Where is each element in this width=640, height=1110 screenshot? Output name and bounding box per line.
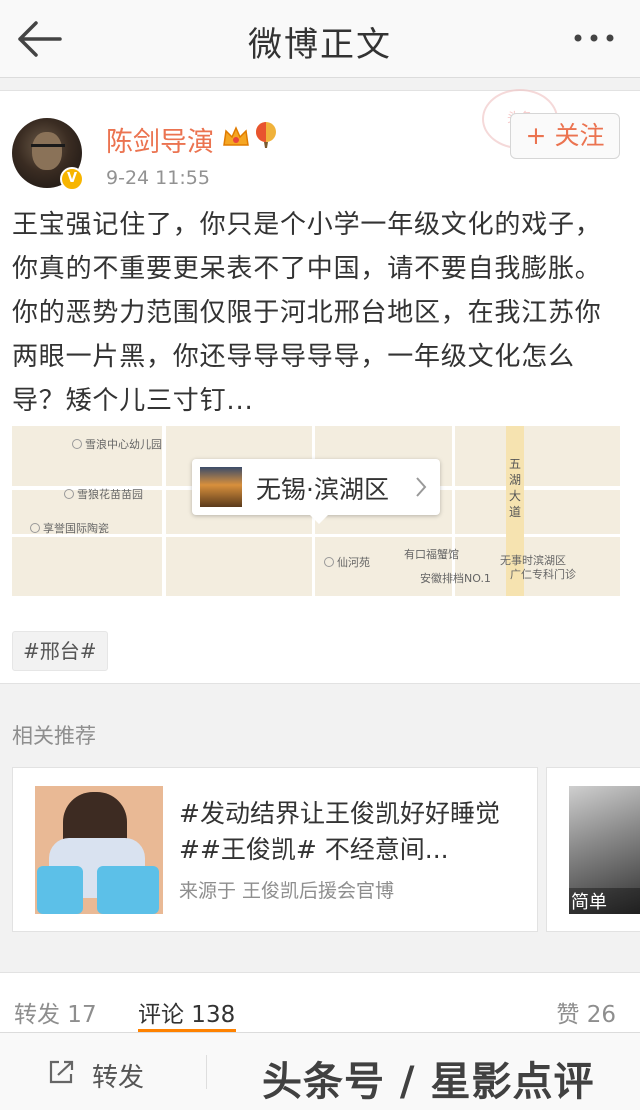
topic-tag[interactable]: #邢台# <box>12 631 108 671</box>
map-poi: 雪浪中心幼儿园 <box>72 436 162 452</box>
related-section-title: 相关推荐 <box>12 724 96 748</box>
chevron-right-icon <box>416 477 427 497</box>
map-poi: 享誉国际陶瓷 <box>30 520 109 536</box>
like-count-tab[interactable]: 赞 26 <box>556 995 616 1029</box>
map-poi: 广仁专科门诊 <box>510 568 576 581</box>
recommend-card[interactable]: #发动结界让王俊凯好好睡觉##王俊凯# 不经意间... 来源于 王俊凯后援会官博 <box>12 767 538 932</box>
repost-button[interactable]: 转发 <box>92 1057 144 1094</box>
recommend-thumbnail <box>35 786 163 914</box>
location-map[interactable]: 五湖大道 雪浪中心幼儿园 雪狼花苗苗园 享誉国际陶瓷 仙河苑 有口福蟹馆 安徽排… <box>12 426 620 596</box>
location-thumbnail <box>200 467 242 507</box>
recommend-heading: #发动结界让王俊凯好好睡觉##王俊凯# 不经意间... <box>179 799 500 864</box>
repost-icon[interactable] <box>48 1059 76 1085</box>
stats-bar: 转发 17 评论 138 赞 26 <box>0 972 640 1032</box>
page-title: 微博正文 <box>248 25 392 65</box>
location-popup[interactable]: 无锡·滨湖区 <box>192 459 440 524</box>
recommend-source: 来源于 王俊凯后援会官博 <box>179 880 395 902</box>
map-road <box>162 426 166 596</box>
vip-crown-icon <box>223 126 249 146</box>
map-road-label: 五湖大道 <box>509 457 522 519</box>
post-card: V 陈剑导演 9-24 11:55 头条 + 关注 王宝强记住了，你只是个小学一… <box>0 89 640 684</box>
username[interactable]: 陈剑导演 <box>106 120 214 159</box>
watermark-text: 头条号 / 星影点评 <box>262 1059 595 1105</box>
top-nav-bar: 微博正文 <box>0 0 640 78</box>
avatar-glasses <box>31 144 65 150</box>
popup-pointer <box>310 515 328 524</box>
avatar-face <box>32 132 62 170</box>
recommend-thumbnail: 简单 <box>569 786 640 914</box>
balloon-icon <box>256 122 276 148</box>
verified-badge-icon: V <box>60 167 84 191</box>
thumbnail-drum <box>37 866 83 914</box>
more-options-icon[interactable] <box>572 28 616 48</box>
recommend-card[interactable]: 简单 <box>546 767 640 932</box>
thumbnail-caption: 简单 <box>569 888 640 914</box>
divider <box>206 1055 207 1089</box>
comment-count-tab[interactable]: 评论 138 <box>138 995 235 1029</box>
map-poi: 雪狼花苗苗园 <box>64 486 143 502</box>
map-poi: 安徽排档NO.1 <box>420 572 491 585</box>
post-timestamp: 9-24 11:55 <box>106 167 210 189</box>
map-poi: 仙河苑 <box>324 554 370 570</box>
thumbnail-drum <box>97 866 159 914</box>
post-content: 王宝强记住了，你只是个小学一年级文化的戏子，你真的不重要更呆表不了中国，请不要自… <box>12 210 602 416</box>
map-poi: 有口福蟹馆 <box>404 548 459 561</box>
follow-button[interactable]: + 关注 <box>510 113 620 159</box>
repost-count-tab[interactable]: 转发 17 <box>14 995 97 1029</box>
location-name: 无锡·滨湖区 <box>256 475 389 504</box>
bottom-action-bar: 转发 头条号 / 星影点评 <box>0 1032 640 1110</box>
